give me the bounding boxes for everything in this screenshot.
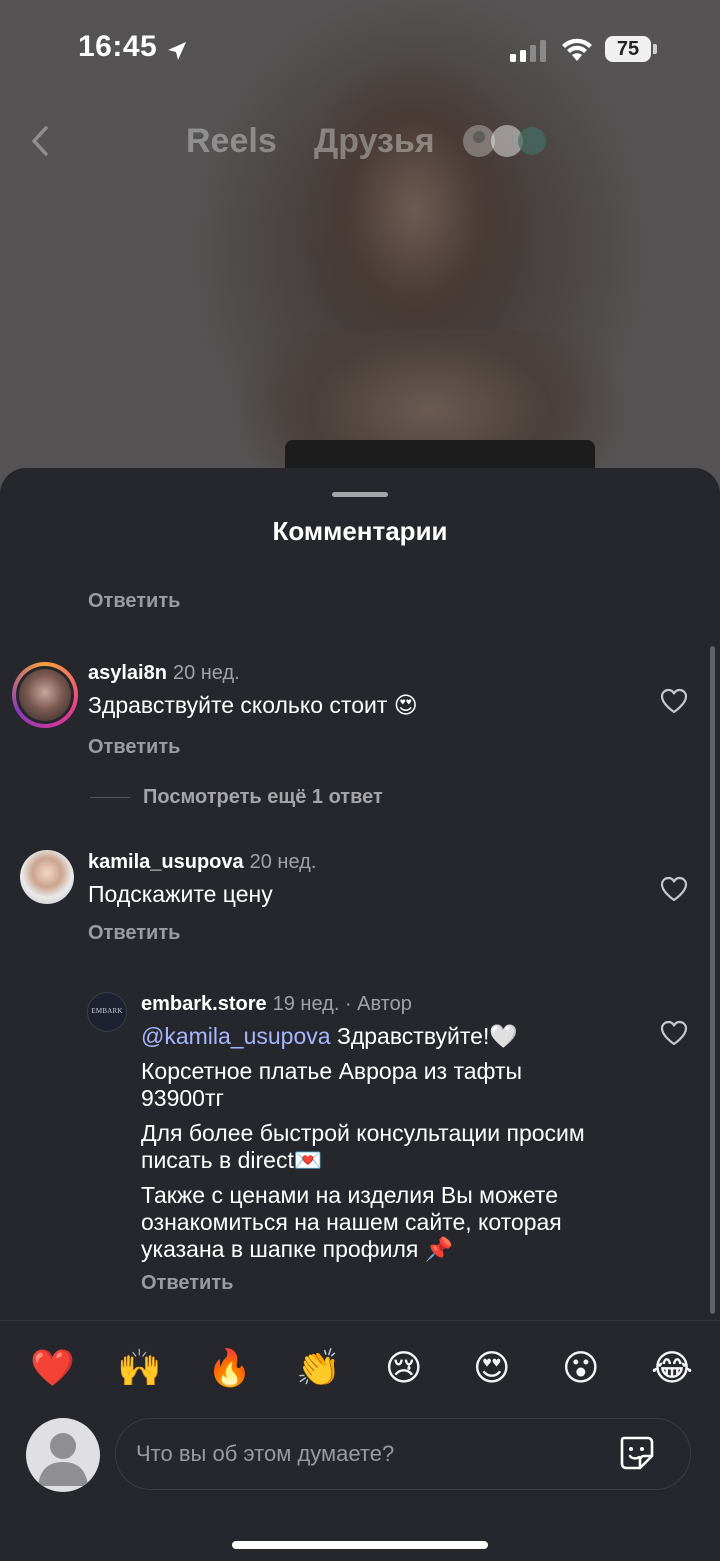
back-chevron-icon[interactable]: [28, 124, 52, 158]
comment-time: 20 нед.: [249, 851, 317, 873]
view-more-replies[interactable]: Посмотреть ещё 1 ответ: [143, 786, 383, 809]
wifi-icon: [562, 38, 592, 61]
comment-time: 19 нед. · Автор: [272, 993, 412, 1015]
user-photo: [19, 669, 71, 721]
reply-button[interactable]: Ответить: [88, 590, 180, 613]
sheet-title: Комментарии: [272, 516, 448, 546]
like-heart-icon[interactable]: [660, 688, 688, 714]
status-time: 16:45: [78, 30, 158, 63]
comments-scrollbar[interactable]: [710, 646, 715, 1314]
comment-text: Подскажите цену: [88, 881, 273, 907]
reaction-laughing[interactable]: 😂: [651, 1346, 693, 1390]
reply-line: Корсетное платье Аврора из тафты: [141, 1058, 523, 1084]
tab-reels[interactable]: Reels: [186, 122, 277, 161]
reply-line: указана в шапке профиля 📌: [141, 1236, 454, 1262]
friends-avatars-icon: [463, 125, 546, 157]
comment-username[interactable]: embark.store: [141, 993, 267, 1015]
reaction-heart-eyes[interactable]: 😍: [473, 1346, 511, 1390]
reply-button[interactable]: Ответить: [88, 922, 180, 945]
composer-divider: [0, 1320, 720, 1321]
comment-text: Здравствуйте сколько стоит 😍: [88, 692, 418, 718]
comment-composer: Что вы об этом думаете?: [0, 1416, 720, 1496]
comment-header: embark.store 19 нед. · Автор: [141, 993, 412, 1016]
reaction-raised-hands[interactable]: 🙌: [117, 1346, 162, 1390]
location-arrow-icon: [168, 42, 186, 60]
reply-line: 93900тг: [141, 1085, 224, 1111]
reaction-clap[interactable]: 👏: [296, 1346, 341, 1390]
mention-link[interactable]: @kamila_usupova: [141, 1023, 331, 1049]
reply-line: писать в direct💌: [141, 1147, 323, 1173]
comment-header: kamila_usupova 20 нед.: [88, 851, 316, 874]
sheet-drag-handle[interactable]: [332, 492, 388, 497]
story-ring-avatar[interactable]: [12, 662, 78, 728]
comment-username[interactable]: asylai8n: [88, 662, 167, 684]
reply-button[interactable]: Ответить: [88, 736, 180, 759]
sticker-icon[interactable]: [618, 1434, 656, 1472]
tab-friends[interactable]: Друзья: [314, 122, 435, 161]
user-avatar[interactable]: [20, 850, 74, 904]
comment-header: asylai8n 20 нед.: [88, 662, 240, 685]
comment-input-placeholder: Что вы об этом думаете?: [136, 1441, 395, 1466]
quick-reactions-bar: ❤️ 🙌 🔥 👏 😢 😍 😮 😂: [0, 1346, 720, 1394]
reply-line: ознакомиться на нашем сайте, которая: [141, 1209, 562, 1235]
battery-tip: [653, 44, 657, 54]
store-avatar[interactable]: EMBARK: [87, 992, 127, 1032]
store-logo-text: EMBARK: [91, 1007, 123, 1015]
like-heart-icon[interactable]: [660, 876, 688, 902]
comment-username[interactable]: kamila_usupova: [88, 851, 244, 873]
reaction-surprised[interactable]: 😮: [562, 1346, 600, 1390]
reaction-heart[interactable]: ❤️: [30, 1346, 75, 1390]
default-user-icon: [38, 1433, 88, 1486]
battery-indicator: 75: [605, 36, 651, 62]
more-replies-line: [90, 797, 130, 798]
status-bar: 16:45 75: [0, 0, 720, 100]
current-user-avatar[interactable]: [26, 1418, 100, 1492]
reels-top-nav: Reels Друзья: [0, 110, 720, 170]
comments-sheet: Комментарии Ответить asylai8n 20 нед. Здр…: [0, 468, 720, 1561]
reaction-crying[interactable]: 😢: [385, 1346, 423, 1390]
reply-line: @kamila_usupova Здравствуйте!🤍: [141, 1023, 518, 1049]
home-indicator: [232, 1541, 488, 1549]
reply-text: @kamila_usupova Здравствуйте!🤍 Корсетное…: [141, 1023, 651, 1263]
like-heart-icon[interactable]: [660, 1020, 688, 1046]
reply-button[interactable]: Ответить: [141, 1272, 233, 1295]
comment-time: 20 нед.: [172, 662, 240, 684]
cellular-signal-icon: [510, 40, 546, 62]
reaction-fire[interactable]: 🔥: [207, 1346, 252, 1390]
reply-line: Также с ценами на изделия Вы можете: [141, 1182, 558, 1208]
reply-line: Для более быстрой консультации просим: [141, 1120, 585, 1146]
